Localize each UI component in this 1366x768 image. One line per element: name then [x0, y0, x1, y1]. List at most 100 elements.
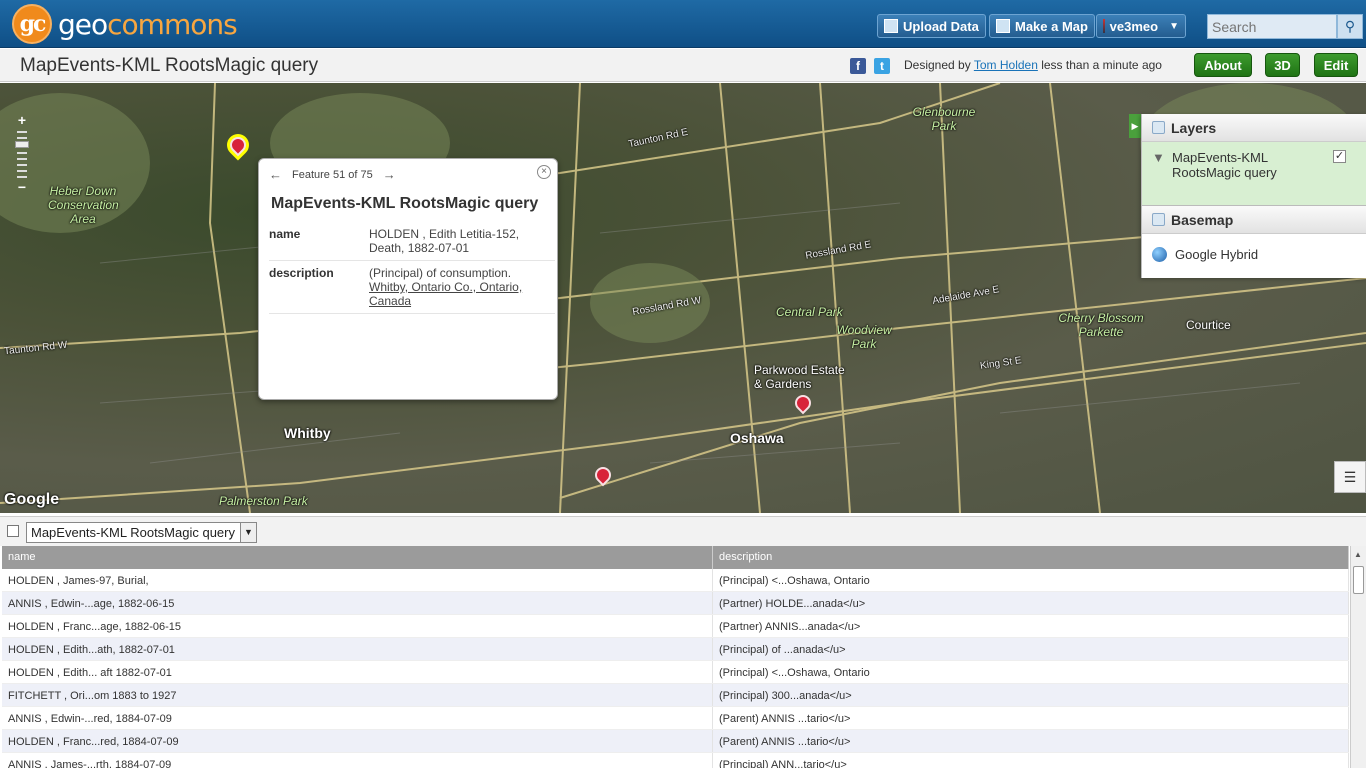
map-label-courtice: Courtice — [1186, 318, 1231, 332]
table-scrollbar[interactable]: ▲ — [1350, 546, 1366, 768]
cell-name: ANNIS , Edwin-...red, 1884-07-09 — [2, 707, 713, 729]
attr-value-text: (Principal) of consumption. — [369, 266, 512, 280]
basemap-header-label: Basemap — [1171, 211, 1234, 228]
table-toolbar: MapEvents-KML RootsMagic query ▼ — [0, 516, 1366, 546]
logo-mark: gc — [12, 4, 52, 44]
cell-name: ANNIS , Edwin-...age, 1882-06-15 — [2, 592, 713, 614]
table-row[interactable]: HOLDEN , Franc...age, 1882-06-15 (Partner… — [2, 615, 1349, 638]
layer-select-value: MapEvents-KML RootsMagic query — [31, 525, 235, 540]
logo-text-b: commons — [107, 7, 238, 41]
table-row[interactable]: ANNIS , Edwin-...red, 1884-07-09 (Parent)… — [2, 707, 1349, 730]
basemap-header[interactable]: Basemap — [1142, 206, 1366, 234]
cell-description: (Parent) ANNIS ...tario</u> — [713, 730, 1349, 752]
about-button[interactable]: About — [1194, 53, 1252, 77]
facebook-icon[interactable]: f — [850, 58, 866, 74]
table-body: HOLDEN , James-97, Burial, (Principal) <.… — [2, 569, 1349, 768]
avatar — [1103, 19, 1105, 33]
close-icon[interactable]: × — [537, 165, 551, 179]
zoom-in-button[interactable]: + — [14, 113, 30, 127]
map-label-central-park: Central Park — [776, 305, 843, 319]
basemap-icon — [1152, 213, 1165, 226]
data-table: name description HOLDEN , James-97, Buri… — [2, 546, 1349, 768]
layers-icon — [1152, 121, 1165, 134]
basemap-item[interactable]: Google Hybrid — [1142, 234, 1366, 274]
layers-panel-toggle[interactable]: ▶ — [1129, 114, 1141, 138]
popup-row: name HOLDEN , Edith Letitia-152, Death, … — [269, 222, 555, 261]
map-label-oshawa: Oshawa — [730, 430, 784, 446]
globe-icon — [1152, 246, 1167, 262]
geocommons-logo[interactable]: gc geocommons — [12, 4, 238, 44]
cell-name: HOLDEN , James-97, Burial, — [2, 569, 713, 591]
map-label-heber-down: Heber Down Conservation Area — [48, 184, 119, 226]
cell-description: (Partner) ANNIS...anada</u> — [713, 615, 1349, 637]
cell-name: HOLDEN , Edith... aft 1882-07-01 — [2, 661, 713, 683]
search-icon[interactable]: ⚲ — [1337, 14, 1363, 39]
cell-description: (Partner) HOLDE...anada</u> — [713, 592, 1349, 614]
zoom-slider-handle[interactable] — [15, 141, 29, 148]
table-row[interactable]: ANNIS , Edwin-...age, 1882-06-15 (Partner… — [2, 592, 1349, 615]
map-label-woodview: Woodview Park — [836, 323, 892, 351]
upload-data-label: Upload Data — [903, 18, 979, 34]
table-row[interactable]: HOLDEN , James-97, Burial, (Principal) <.… — [2, 569, 1349, 592]
feature-popup: ← Feature 51 of 75 → × MapEvents-KML Roo… — [258, 158, 558, 400]
logo-text-a: geo — [58, 7, 108, 41]
map-title-bar: MapEvents-KML RootsMagic query f t Desig… — [0, 49, 1366, 82]
location-link[interactable]: Whitby, Ontario Co., Ontario, Canada — [369, 280, 522, 308]
attr-value: HOLDEN , Edith Letitia-152, Death, 1882-… — [369, 227, 520, 255]
table-row[interactable]: ANNIS , James-...rth, 1884-07-09 (Princip… — [2, 753, 1349, 768]
layers-header-label: Layers — [1171, 119, 1217, 136]
column-header-description[interactable]: description — [713, 546, 1349, 569]
cell-description: (Principal) <...Oshawa, Ontario — [713, 661, 1349, 683]
designed-by-text: Designed by Tom Holden less than a minut… — [904, 58, 1162, 72]
table-icon — [7, 525, 19, 537]
search-input[interactable] — [1207, 14, 1337, 39]
arrow-left-icon[interactable]: ← — [269, 167, 282, 182]
3d-button[interactable]: 3D — [1265, 53, 1300, 77]
cell-name: FITCHETT , Ori...om 1883 to 1927 — [2, 684, 713, 706]
cell-name: ANNIS , James-...rth, 1884-07-09 — [2, 753, 713, 768]
twitter-icon[interactable]: t — [874, 58, 890, 74]
table-header: name description — [2, 546, 1349, 569]
scrollbar-thumb[interactable] — [1353, 566, 1364, 594]
edit-button[interactable]: Edit — [1314, 53, 1358, 77]
layer-select-dropdown[interactable]: MapEvents-KML RootsMagic query ▼ — [26, 522, 257, 543]
upload-data-button[interactable]: Upload Data — [877, 14, 986, 38]
map-label-parkwood: Parkwood Estate & Gardens — [754, 363, 845, 391]
cell-description: (Principal) 300...anada</u> — [713, 684, 1349, 706]
map-label-cherry-blossom: Cherry Blossom Parkette — [1058, 311, 1144, 339]
timestamp: less than a minute ago — [1041, 58, 1162, 72]
google-logo: Google — [4, 491, 60, 508]
designed-by-prefix: Designed by — [904, 58, 971, 72]
cell-name: HOLDEN , Edith...ath, 1882-07-01 — [2, 638, 713, 660]
table-row[interactable]: HOLDEN , Edith... aft 1882-07-01 (Princip… — [2, 661, 1349, 684]
popup-navigation: ← Feature 51 of 75 → — [269, 167, 396, 182]
upload-icon — [884, 19, 898, 33]
make-a-map-button[interactable]: Make a Map — [989, 14, 1095, 38]
layer-visibility-checkbox[interactable]: ✓ — [1333, 150, 1346, 163]
list-view-icon[interactable]: ☰ — [1334, 461, 1366, 493]
popup-row: description (Principal) of consumption. … — [269, 261, 555, 314]
chevron-down-icon: ▼ — [1169, 20, 1179, 32]
map-label-palmerston: Palmerston Park — [219, 494, 308, 508]
layer-item[interactable]: ▼ MapEvents-KML RootsMagic query ✓ — [1142, 142, 1366, 206]
layers-header[interactable]: Layers — [1142, 114, 1366, 142]
feature-counter: Feature 51 of 75 — [292, 168, 373, 181]
table-row[interactable]: FITCHETT , Ori...om 1883 to 1927 (Princip… — [2, 684, 1349, 707]
table-row[interactable]: HOLDEN , Edith...ath, 1882-07-01 (Princip… — [2, 638, 1349, 661]
column-header-name[interactable]: name — [2, 546, 713, 569]
table-row[interactable]: HOLDEN , Franc...red, 1884-07-09 (Parent)… — [2, 730, 1349, 753]
search-box: ⚲ — [1207, 14, 1363, 39]
zoom-out-button[interactable]: − — [14, 180, 30, 194]
author-link[interactable]: Tom Holden — [974, 58, 1038, 72]
map-label-glenbourne: Glenbourne Park — [912, 105, 976, 133]
map-label-whitby: Whitby — [284, 425, 331, 441]
cell-description: (Principal) <...Oshawa, Ontario — [713, 569, 1349, 591]
user-menu-button[interactable]: ve3meo ▼ — [1096, 14, 1186, 38]
attr-key: name — [269, 227, 301, 241]
basemap-name: Google Hybrid — [1175, 246, 1259, 262]
page-title: MapEvents-KML RootsMagic query — [20, 55, 319, 76]
cell-name: HOLDEN , Franc...red, 1884-07-09 — [2, 730, 713, 752]
arrow-right-icon[interactable]: → — [383, 167, 396, 182]
top-navbar: gc geocommons Upload Data Make a Map ve3… — [0, 0, 1366, 48]
scroll-up-icon[interactable]: ▲ — [1354, 550, 1362, 559]
